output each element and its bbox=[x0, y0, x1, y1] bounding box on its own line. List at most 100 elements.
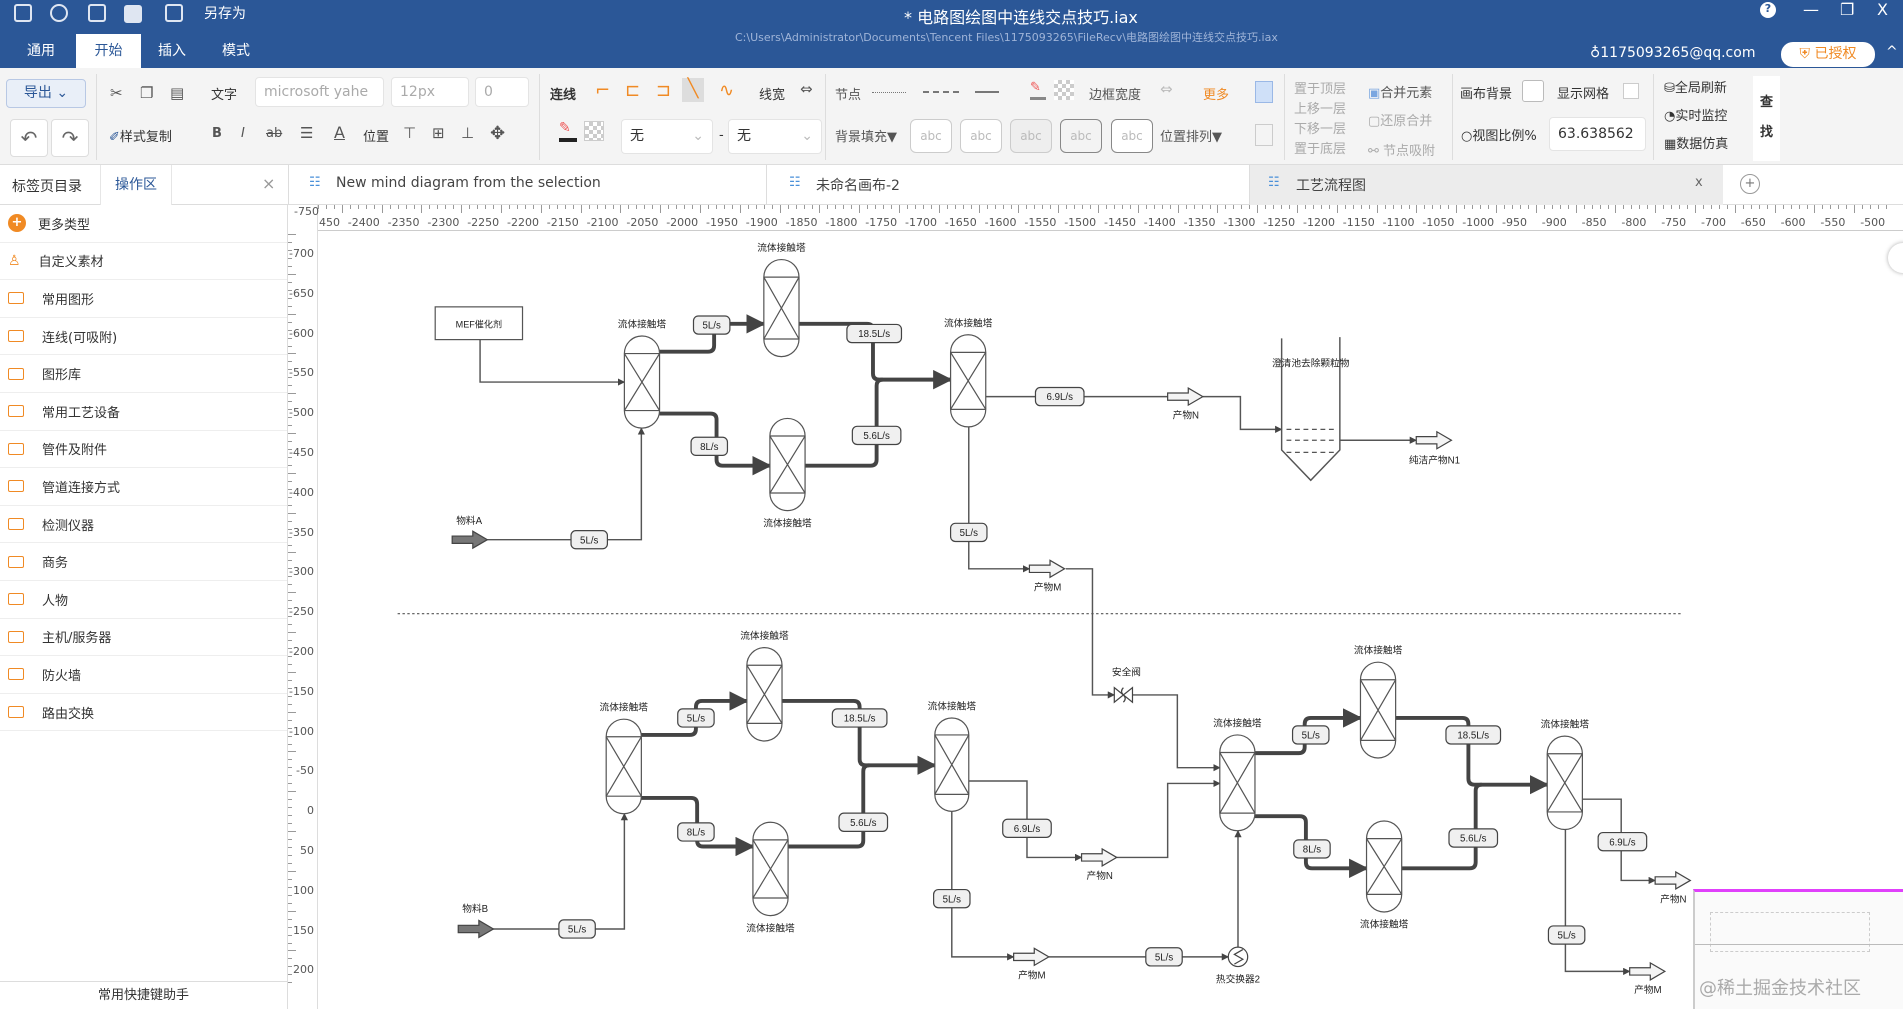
font-family-select[interactable]: microsoft yahe bbox=[255, 77, 384, 107]
cut-icon[interactable]: ✂ bbox=[110, 84, 123, 102]
snap-button[interactable]: ⚯ 节点吸附 bbox=[1368, 140, 1435, 159]
sidebar-item[interactable]: 常用工艺设备 bbox=[0, 393, 287, 431]
global-refresh-button[interactable]: ⛁全局刷新 bbox=[1664, 77, 1727, 96]
canvas[interactable]: -2450 -2400 -2350 -2300 -2250 -2200 -2150 -2100… bbox=[288, 205, 1903, 1009]
bring-to-front-button[interactable]: 置于顶层 bbox=[1294, 78, 1346, 97]
undo-button[interactable]: ↶ bbox=[10, 119, 48, 157]
close-tab-button[interactable]: x bbox=[1695, 175, 1703, 190]
restore-button[interactable]: ❐ bbox=[1840, 0, 1854, 19]
tab-start[interactable]: 开始 bbox=[76, 34, 141, 68]
sidebar-item[interactable]: 管道连接方式 bbox=[0, 468, 287, 506]
tab-insert[interactable]: 插入 bbox=[150, 34, 194, 68]
straight-connector-icon[interactable]: ╲ bbox=[682, 78, 704, 102]
close-button[interactable]: X bbox=[1877, 0, 1888, 19]
group-icon[interactable] bbox=[1255, 81, 1273, 103]
sidebar-item[interactable]: 管件及附件 bbox=[0, 431, 287, 469]
align-top-icon[interactable]: ⊤ bbox=[403, 124, 416, 142]
font-size-select[interactable]: 12px bbox=[391, 77, 469, 107]
transparent-icon[interactable] bbox=[584, 121, 604, 141]
more-button[interactable]: 更多 bbox=[1203, 84, 1229, 103]
line-width-icon[interactable]: ⇔ bbox=[800, 80, 813, 98]
merge-button[interactable]: ▣合并元素 bbox=[1368, 82, 1432, 101]
save-as-button[interactable]: 另存为 bbox=[204, 3, 246, 23]
style-preset-3[interactable]: abc bbox=[1010, 119, 1052, 153]
sidebar-item[interactable]: 人物 bbox=[0, 581, 287, 619]
data-simulation-button[interactable]: ▦数据仿真 bbox=[1664, 133, 1728, 152]
step-connector-icon[interactable]: ⊏ bbox=[625, 80, 640, 101]
user-account[interactable]: ♁1175093265@qq.com bbox=[1590, 45, 1755, 61]
loop-connector-icon[interactable]: ⊐ bbox=[656, 80, 671, 101]
zoom-ratio-input[interactable]: 63.638562 bbox=[1549, 117, 1646, 151]
process-flow-diagram[interactable]: MEF催化剂 流体接触塔流体接触塔流体接触塔流体接触塔流体接触塔流体接触塔流体接触… bbox=[288, 205, 1903, 1009]
sidebar-item[interactable]: 常用图形 bbox=[0, 280, 287, 318]
strikethrough-button[interactable]: ab bbox=[266, 126, 282, 141]
background-fill-dropdown[interactable]: 背景填充▼ bbox=[835, 126, 897, 145]
align-bottom-icon[interactable]: ⊥ bbox=[461, 124, 474, 142]
arrow-end-select[interactable]: 无 ⌄ bbox=[728, 119, 822, 154]
move-icon[interactable]: ✥ bbox=[490, 123, 505, 144]
sidebar-item[interactable]: 防火墙 bbox=[0, 656, 287, 694]
sidebar-item[interactable]: 检测仪器 bbox=[0, 506, 287, 544]
sidebar-item[interactable]: 图形库 bbox=[0, 355, 287, 393]
license-badge[interactable]: ⛨ 已授权 bbox=[1781, 42, 1875, 67]
move-down-button[interactable]: 下移一层 bbox=[1294, 118, 1346, 137]
send-to-back-button[interactable]: 置于底层 bbox=[1294, 138, 1346, 157]
align-middle-icon[interactable]: ⊞ bbox=[432, 124, 445, 142]
sidebar-item[interactable]: ♙ 自定义素材 bbox=[0, 243, 287, 281]
doc-tab-1[interactable]: ☷ New mind diagram from the selection bbox=[288, 165, 767, 205]
new-file-icon[interactable] bbox=[88, 4, 106, 22]
open-folder-icon[interactable] bbox=[124, 5, 142, 23]
collapse-ribbon-button[interactable]: ^ bbox=[1886, 44, 1898, 60]
font-color-icon[interactable]: A bbox=[334, 123, 345, 142]
elbow-connector-icon[interactable]: ⌐ bbox=[595, 80, 610, 101]
help-button[interactable]: ? bbox=[1760, 2, 1776, 18]
dashed-line-style[interactable] bbox=[923, 91, 959, 93]
arrow-start-select[interactable]: 无 ⌄ bbox=[621, 119, 713, 154]
minimap[interactable]: @稀土掘金技术社区 bbox=[1693, 889, 1903, 1009]
format-copy-button[interactable]: ✐样式复制 bbox=[109, 126, 172, 145]
sidebar-item[interactable]: 商务 bbox=[0, 543, 287, 581]
copy-icon[interactable]: ❐ bbox=[140, 84, 153, 102]
italic-button[interactable]: I bbox=[241, 126, 245, 141]
move-up-button[interactable]: 上移一层 bbox=[1294, 98, 1346, 117]
unmerge-button[interactable]: ▢还原合并 bbox=[1368, 110, 1432, 129]
sidebar-item[interactable]: 路由交换 bbox=[0, 694, 287, 732]
dotted-line-style[interactable] bbox=[872, 92, 906, 93]
curve-connector-icon[interactable]: ∿ bbox=[719, 80, 734, 101]
solid-line-style[interactable] bbox=[975, 91, 999, 93]
sidebar-tab-workspace[interactable]: 操作区 bbox=[100, 165, 172, 205]
line-color-icon[interactable]: ✎ bbox=[559, 120, 577, 142]
sidebar-close-button[interactable]: × bbox=[262, 174, 275, 193]
sidebar-item[interactable]: + 更多类型 bbox=[0, 205, 287, 243]
style-preset-1[interactable]: abc bbox=[910, 119, 952, 153]
canvas-bg-swatch[interactable] bbox=[1522, 80, 1544, 102]
shortcut-helper[interactable]: 常用快捷键助手 bbox=[0, 981, 287, 1009]
border-width-icon[interactable]: ⇔ bbox=[1160, 80, 1173, 98]
style-preset-5[interactable]: abc bbox=[1111, 119, 1153, 153]
find-button[interactable]: 查找 bbox=[1753, 76, 1780, 161]
letter-spacing-select[interactable]: 0 bbox=[475, 77, 529, 107]
bold-button[interactable]: B bbox=[212, 126, 222, 141]
align-icon[interactable]: ☰ bbox=[300, 124, 313, 142]
arrange-dropdown[interactable]: 位置排列▼ bbox=[1160, 126, 1222, 145]
paste-icon[interactable]: ▤ bbox=[170, 84, 184, 102]
minimize-button[interactable]: — bbox=[1803, 0, 1819, 19]
realtime-monitor-button[interactable]: ◔实时监控 bbox=[1664, 105, 1727, 124]
sidebar-item[interactable]: 连线(可吸附) bbox=[0, 318, 287, 356]
border-transparent-icon[interactable] bbox=[1054, 80, 1074, 100]
doc-tab-2[interactable]: ☷ 未命名画布-2 bbox=[767, 165, 1250, 205]
export-dropdown[interactable]: 导出 ⌄ bbox=[6, 79, 86, 108]
export-file-icon[interactable] bbox=[165, 4, 183, 22]
sidebar-item[interactable]: 主机/服务器 bbox=[0, 619, 287, 657]
add-tab-button[interactable]: + bbox=[1740, 174, 1760, 194]
sidebar-tab-bookmarks[interactable]: 标签页目录 bbox=[12, 176, 82, 196]
style-preset-4[interactable]: abc bbox=[1060, 119, 1102, 153]
database-settings-icon[interactable] bbox=[50, 4, 68, 22]
tab-mode[interactable]: 模式 bbox=[214, 34, 258, 68]
border-color-icon[interactable]: ✎ bbox=[1030, 80, 1046, 100]
doc-tab-3-active[interactable]: ☷ 工艺流程图 x bbox=[1250, 165, 1723, 205]
ungroup-icon[interactable] bbox=[1255, 124, 1273, 146]
redo-button[interactable]: ↷ bbox=[51, 119, 89, 157]
show-grid-checkbox[interactable] bbox=[1623, 83, 1639, 99]
style-preset-2[interactable]: abc bbox=[960, 119, 1002, 153]
